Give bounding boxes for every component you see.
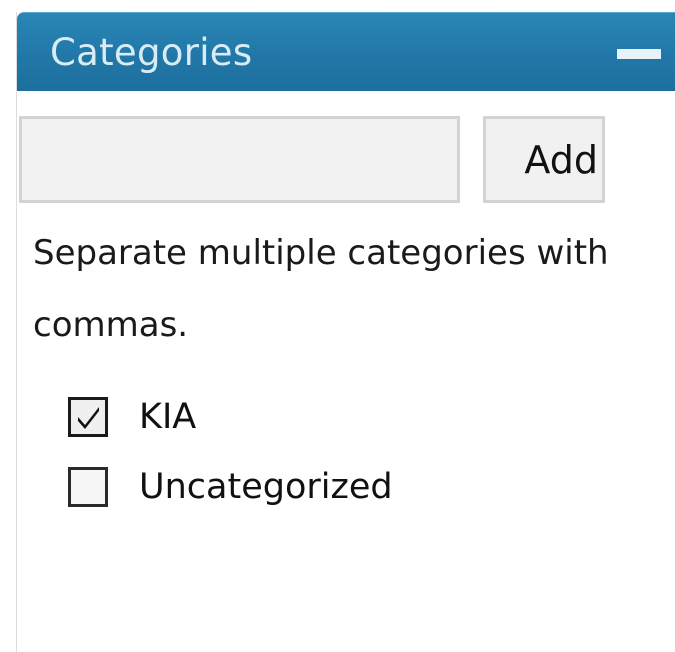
help-text: Separate multiple categories with commas… (33, 233, 609, 345)
category-label[interactable]: KIA (139, 399, 196, 435)
panel-header: Categories (17, 12, 675, 91)
category-input[interactable] (19, 116, 460, 203)
add-button[interactable]: Add (483, 116, 605, 203)
category-list: KIA Uncategorized (68, 382, 393, 522)
panel-title: Categories (50, 31, 253, 74)
category-item-kia: KIA (68, 382, 393, 452)
check-icon (78, 407, 99, 429)
category-label[interactable]: Uncategorized (139, 469, 393, 505)
category-item-uncategorized: Uncategorized (68, 452, 393, 522)
checkbox-kia[interactable] (68, 397, 108, 437)
checkbox-uncategorized[interactable] (68, 467, 108, 507)
minus-icon[interactable] (617, 49, 661, 59)
